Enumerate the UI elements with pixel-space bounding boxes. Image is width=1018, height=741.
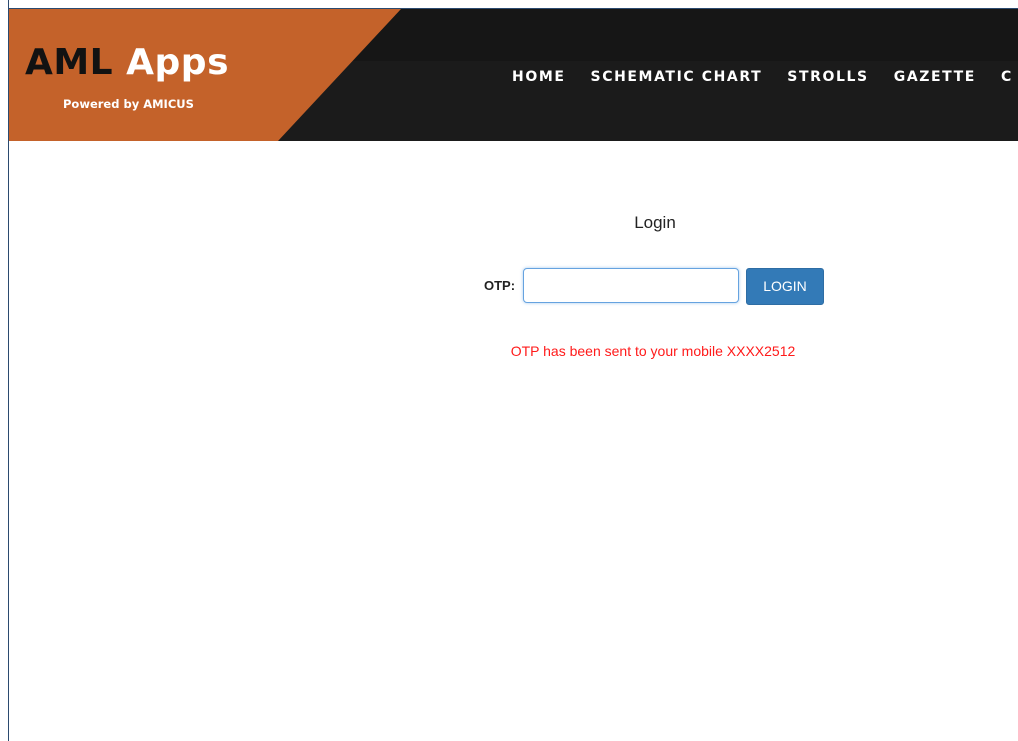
brand-subtitle: Powered by AMICUS: [63, 97, 194, 111]
otp-sent-message: OTP has been sent to your mobile XXXX251…: [510, 343, 796, 359]
nav-item-strolls[interactable]: STROLLS: [787, 67, 868, 87]
main-nav: HOME SCHEMATIC CHART STROLLS GAZETTE C: [512, 67, 1018, 87]
nav-item-schematic-chart[interactable]: SCHEMATIC CHART: [591, 67, 763, 87]
otp-input[interactable]: [523, 268, 739, 303]
browser-viewport: AML Apps Powered by AMICUS HOME SCHEMATI…: [0, 0, 1018, 741]
nav-item-home[interactable]: HOME: [512, 67, 566, 87]
brand-logo[interactable]: AML Apps: [25, 42, 229, 83]
login-title: Login: [634, 213, 676, 232]
nav-item-gazette[interactable]: GAZETTE: [894, 67, 976, 87]
brand-title-apps: Apps: [126, 42, 229, 83]
brand-title-aml: AML: [25, 42, 127, 83]
site-header: AML Apps Powered by AMICUS HOME SCHEMATI…: [9, 9, 1018, 141]
login-button[interactable]: LOGIN: [746, 268, 824, 305]
nav-item-truncated[interactable]: C: [1001, 67, 1013, 87]
otp-label: OTP:: [484, 278, 516, 293]
